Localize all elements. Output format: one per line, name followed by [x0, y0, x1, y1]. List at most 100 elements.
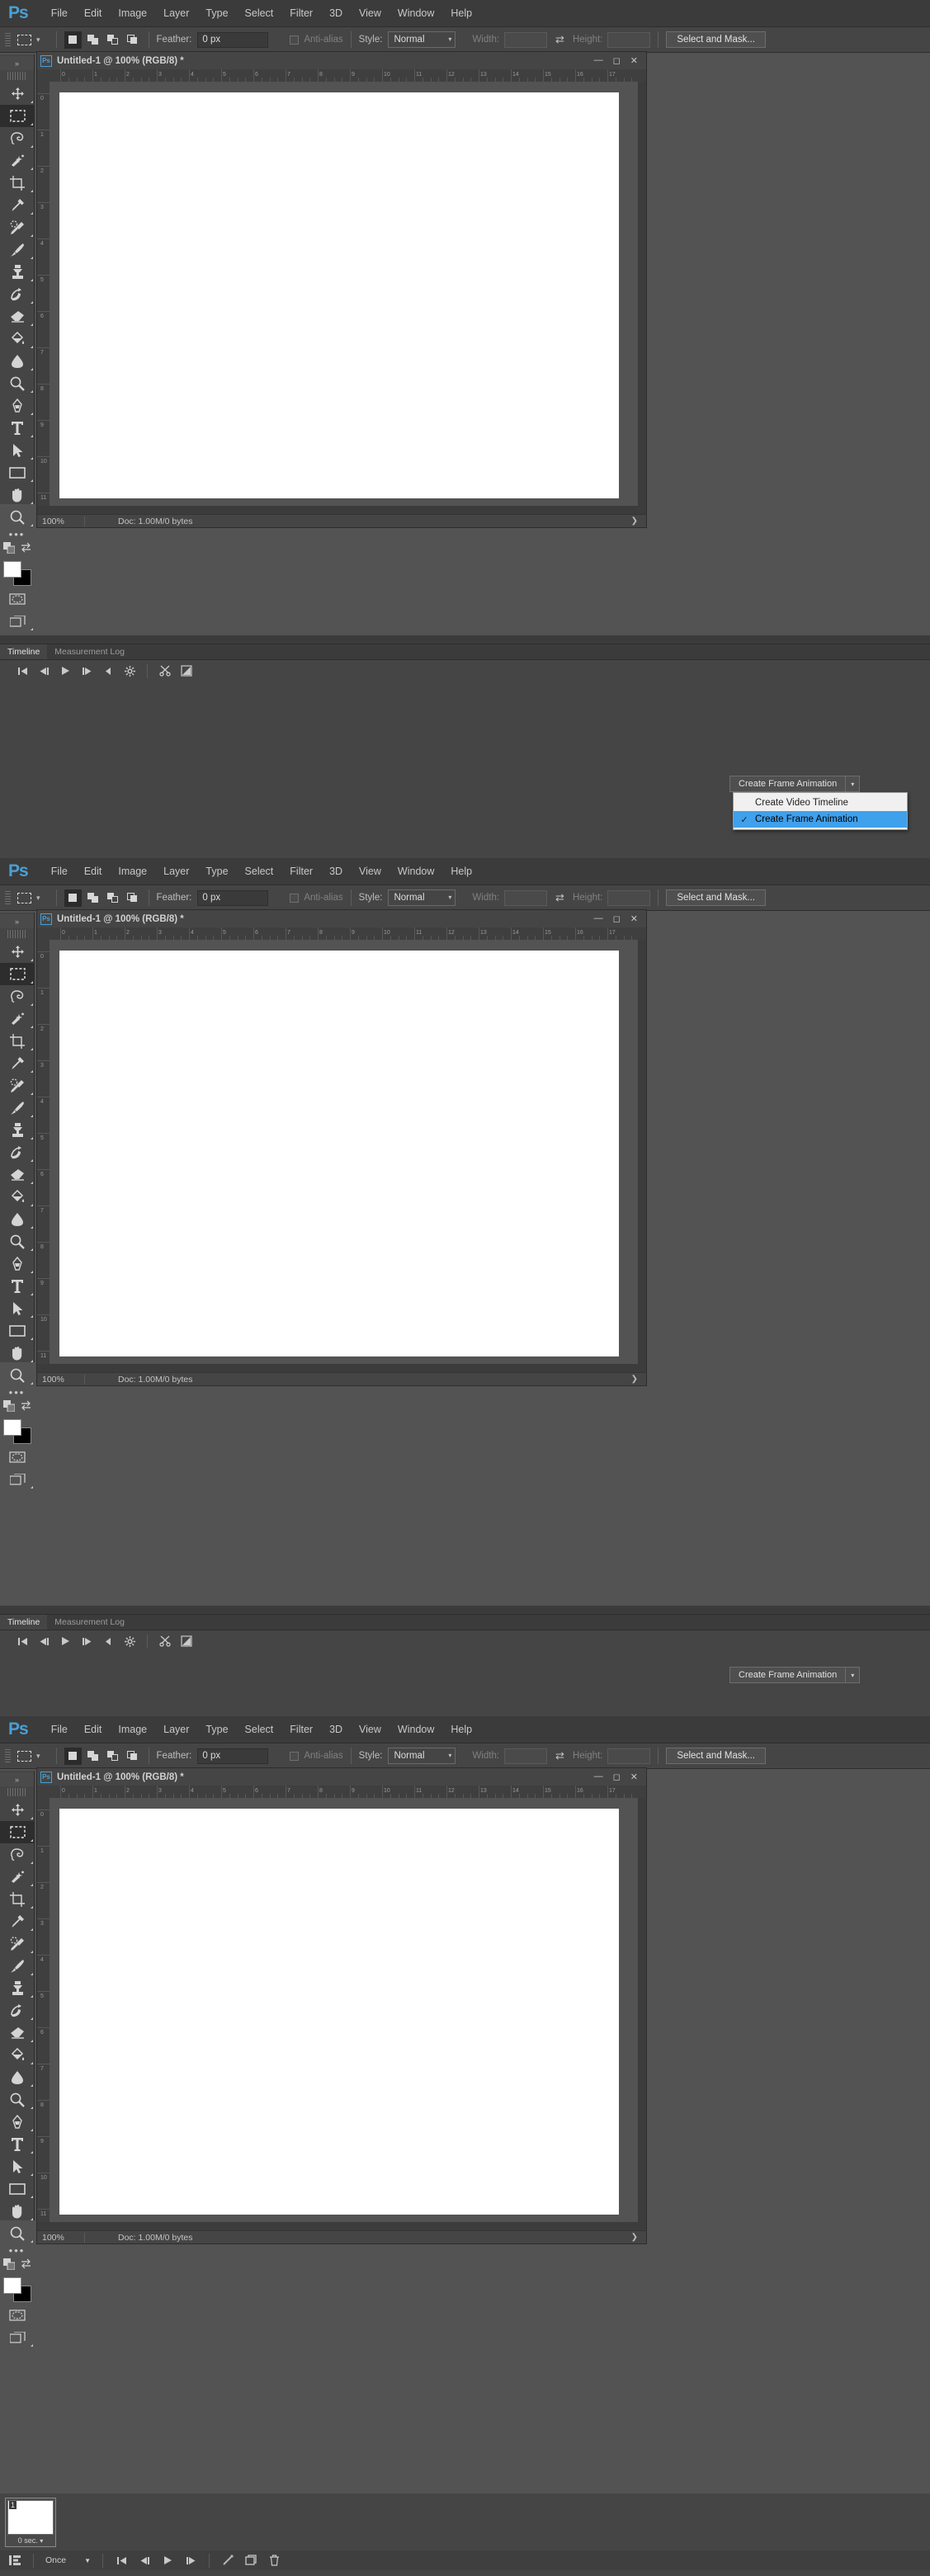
select-and-mask-button[interactable]: Select and Mask... [666, 31, 766, 48]
audio-mute-button[interactable] [97, 1632, 119, 1650]
foreground-color-swatch[interactable] [2, 561, 21, 578]
tool-clone-stamp[interactable] [0, 261, 35, 283]
tool-paint-bucket[interactable] [0, 1186, 35, 1208]
loop-options-select[interactable]: Once ▼ [40, 2555, 96, 2565]
tool-preset-picker[interactable]: ▾ [17, 1750, 49, 1762]
menu-item-type[interactable]: Type [197, 7, 236, 19]
swap-width-height-icon[interactable]: ⇄ [555, 33, 564, 46]
width-input[interactable] [504, 1748, 548, 1764]
collapse-toolbar-button[interactable]: » [0, 914, 34, 928]
frame-item[interactable]: 1 0 sec. ▾ [5, 2498, 56, 2547]
menu-item-3d[interactable]: 3D [321, 7, 351, 19]
menu-item-file[interactable]: File [43, 1724, 76, 1735]
tool-brush[interactable] [0, 238, 35, 261]
tool-move[interactable] [0, 941, 35, 963]
add-to-selection-button[interactable] [84, 31, 101, 49]
subtract-from-selection-button[interactable] [104, 1748, 121, 1765]
collapse-toolbar-button[interactable]: » [0, 56, 34, 70]
toolbar-grip[interactable] [7, 1788, 26, 1796]
canvas[interactable] [59, 951, 619, 1356]
tool-hand[interactable] [0, 484, 35, 506]
canvas-area[interactable]: 0 1 2 3 4 5 6 7 8 9 10 11 [36, 940, 647, 1372]
select-previous-frame-button[interactable] [133, 2551, 156, 2569]
color-swatches[interactable] [2, 561, 31, 586]
status-chevron-icon[interactable]: ❯ [631, 1375, 646, 1384]
tool-path-selection[interactable] [0, 439, 35, 461]
close-button[interactable]: ✕ [630, 1772, 638, 1782]
canvas[interactable] [59, 1809, 619, 2215]
document-title-bar[interactable]: Ps Untitled-1 @ 100% (RGB/8) * — ◻ ✕ [36, 51, 647, 69]
anti-alias-checkbox[interactable] [290, 893, 300, 903]
canvas[interactable] [59, 92, 619, 498]
quick-mask-button[interactable] [0, 587, 35, 610]
tool-path-selection[interactable] [0, 1297, 35, 1319]
zoom-level[interactable]: 100% [37, 516, 85, 526]
tool-dodge[interactable] [0, 1230, 35, 1253]
tool-crop[interactable] [0, 1030, 35, 1052]
go-to-first-frame-button[interactable] [12, 662, 33, 680]
tool-zoom[interactable] [0, 506, 35, 528]
vertical-scrollbar[interactable] [638, 940, 646, 1372]
transition-button[interactable] [176, 662, 197, 680]
minimize-button[interactable]: — [594, 1772, 603, 1782]
tool-history-brush[interactable] [0, 283, 35, 305]
tab-measurement-log[interactable]: Measurement Log [47, 644, 132, 659]
tool-crop[interactable] [0, 1888, 35, 1910]
collapse-toolbar-button[interactable]: » [0, 1772, 34, 1786]
intersect-with-selection-button[interactable] [124, 1748, 141, 1765]
color-swatches[interactable] [2, 1419, 31, 1444]
tab-timeline[interactable]: Timeline [0, 1615, 48, 1630]
width-input[interactable] [504, 889, 548, 906]
swap-colors-icon[interactable] [21, 2258, 31, 2273]
menu-item-select[interactable]: Select [237, 866, 282, 877]
tool-brush[interactable] [0, 1097, 35, 1119]
tool-move[interactable] [0, 1799, 35, 1821]
document-title-bar[interactable]: Ps Untitled-1 @ 100% (RGB/8) * — ◻ ✕ [36, 1767, 647, 1786]
render-settings-button[interactable] [119, 662, 140, 680]
go-to-first-frame-button[interactable] [12, 1632, 33, 1650]
menu-item-layer[interactable]: Layer [155, 7, 197, 19]
tool-paint-bucket[interactable] [0, 328, 35, 350]
split-at-playhead-button[interactable] [154, 1632, 176, 1650]
tool-type[interactable] [0, 2133, 35, 2155]
menu-item-type[interactable]: Type [197, 1724, 236, 1735]
horizontal-scrollbar[interactable] [37, 1364, 646, 1372]
frame-delay[interactable]: 0 sec. ▾ [7, 2535, 54, 2545]
document-title-bar[interactable]: Ps Untitled-1 @ 100% (RGB/8) * — ◻ ✕ [36, 909, 647, 927]
foreground-color-swatch[interactable] [2, 1419, 21, 1436]
tool-rectangle[interactable] [0, 2177, 35, 2200]
feather-input[interactable]: 0 px [197, 31, 269, 48]
menu-item-select[interactable]: Select [237, 7, 282, 19]
tool-path-selection[interactable] [0, 2155, 35, 2177]
height-input[interactable] [607, 31, 651, 48]
tool-history-brush[interactable] [0, 1141, 35, 1163]
menu-item-help[interactable]: Help [442, 866, 480, 877]
screen-mode-button[interactable] [0, 610, 35, 632]
new-selection-button[interactable] [64, 31, 82, 49]
tool-spot-healing-brush[interactable] [0, 216, 35, 238]
tool-rectangular-marquee[interactable] [0, 963, 35, 985]
tool-eyedropper[interactable] [0, 194, 35, 216]
next-frame-button[interactable] [76, 662, 97, 680]
width-input[interactable] [504, 31, 548, 48]
status-chevron-icon[interactable]: ❯ [631, 2233, 646, 2242]
menu-item-filter[interactable]: Filter [281, 7, 321, 19]
menu-item-filter[interactable]: Filter [281, 866, 321, 877]
tab-measurement-log[interactable]: Measurement Log [47, 1615, 132, 1630]
new-selection-button[interactable] [64, 889, 82, 907]
tool-quick-selection[interactable] [0, 149, 35, 172]
tool-zoom[interactable] [0, 1364, 35, 1386]
menu-item-image[interactable]: Image [110, 7, 155, 19]
tool-quick-selection[interactable] [0, 1866, 35, 1888]
menu-item-edit[interactable]: Edit [76, 1724, 111, 1735]
tool-pen[interactable] [0, 2111, 35, 2133]
options-bar-grip[interactable] [5, 33, 11, 46]
duplicate-frame-button[interactable] [239, 2551, 262, 2569]
tool-preset-picker[interactable]: ▾ [17, 892, 49, 903]
menu-item-help[interactable]: Help [442, 1724, 480, 1735]
tool-spot-healing-brush[interactable] [0, 1074, 35, 1097]
tool-rectangular-marquee[interactable] [0, 1821, 35, 1843]
tool-eyedropper[interactable] [0, 1910, 35, 1932]
tool-eyedropper[interactable] [0, 1052, 35, 1074]
feather-input[interactable]: 0 px [197, 1748, 269, 1764]
